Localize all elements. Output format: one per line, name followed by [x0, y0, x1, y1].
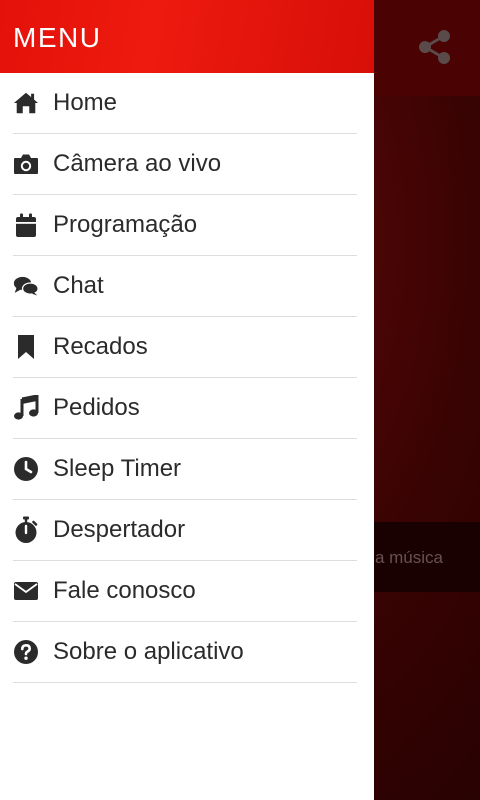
share-icon	[419, 30, 450, 64]
menu-label: Sobre o aplicativo	[53, 638, 244, 665]
clock-icon	[13, 456, 39, 482]
camera-icon	[13, 151, 39, 177]
menu-label: Home	[53, 89, 118, 116]
question-circle-icon	[13, 639, 39, 665]
menu-item-despertador[interactable]: Despertador	[13, 500, 357, 561]
navigation-drawer: MENU Home Câmera ao vivo Programação Cha…	[0, 0, 374, 800]
now-playing-text: a música	[374, 548, 443, 567]
menu-label: Sleep Timer	[53, 455, 182, 482]
menu-label: Despertador	[53, 516, 186, 543]
menu-item-pedidos[interactable]: Pedidos	[13, 378, 357, 439]
chat-icon	[13, 273, 39, 299]
stopwatch-icon	[13, 516, 39, 543]
calendar-icon	[13, 212, 39, 238]
menu-item-camera[interactable]: Câmera ao vivo	[13, 134, 357, 195]
share-button[interactable]	[416, 28, 454, 66]
envelope-icon	[13, 578, 39, 604]
menu-label: Programação	[53, 211, 198, 238]
bookmark-icon	[13, 334, 39, 360]
menu-label: Chat	[53, 272, 104, 299]
menu-item-home[interactable]: Home	[13, 73, 357, 134]
menu-label: Pedidos	[53, 394, 140, 421]
menu-label: Recados	[53, 333, 148, 360]
drawer-title: MENU	[13, 22, 102, 53]
menu-item-programacao[interactable]: Programação	[13, 195, 357, 256]
home-icon	[13, 90, 39, 116]
drawer-header: MENU	[0, 0, 374, 73]
menu-item-fale-conosco[interactable]: Fale conosco	[13, 561, 357, 622]
menu-label: Fale conosco	[53, 577, 196, 604]
menu-item-sobre[interactable]: Sobre o aplicativo	[13, 622, 357, 683]
menu-item-chat[interactable]: Chat	[13, 256, 357, 317]
menu-list: Home Câmera ao vivo Programação Chat Rec…	[0, 73, 374, 683]
menu-item-recados[interactable]: Recados	[13, 317, 357, 378]
menu-item-sleep-timer[interactable]: Sleep Timer	[13, 439, 357, 500]
menu-label: Câmera ao vivo	[53, 150, 222, 177]
music-note-icon	[13, 395, 39, 421]
